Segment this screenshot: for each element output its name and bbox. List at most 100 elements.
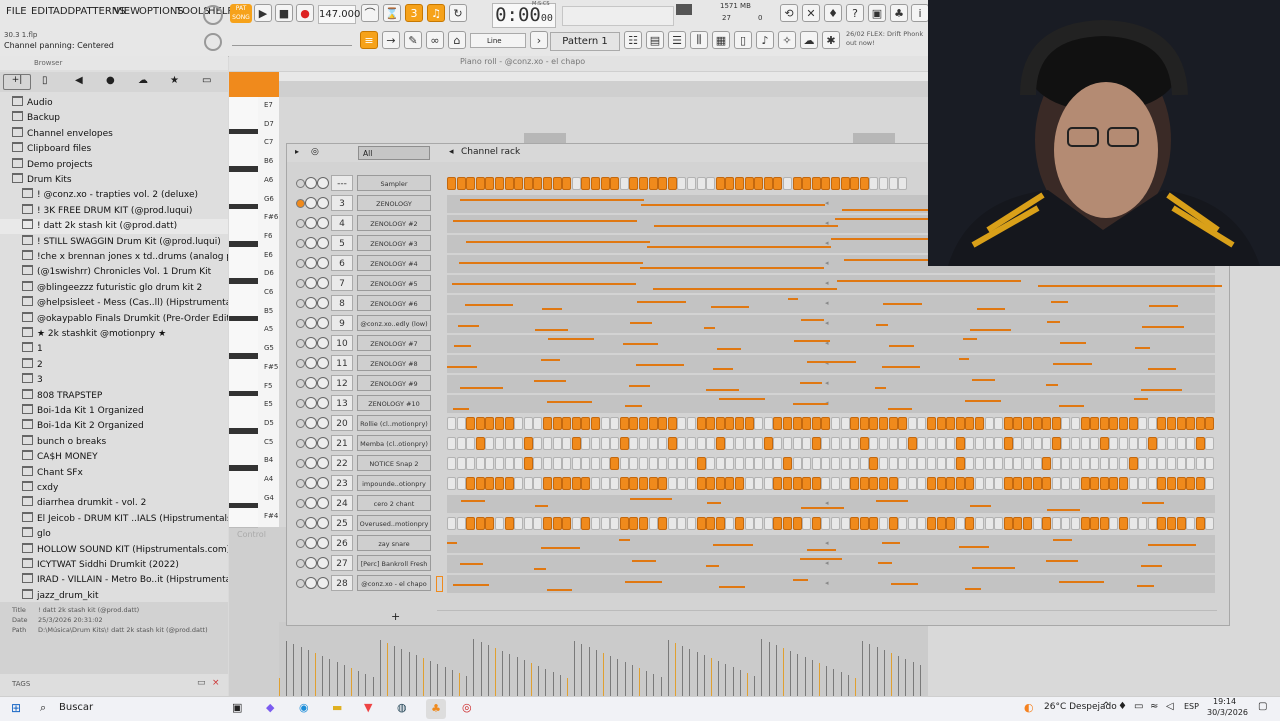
channel-mixer-track[interactable]: 22 (331, 455, 353, 471)
step-button[interactable] (696, 457, 706, 470)
channel-step-grid[interactable] (447, 435, 1215, 453)
step-button[interactable] (879, 517, 888, 530)
channel-name-button[interactable]: impounde..otionpry (357, 475, 431, 491)
velocity-stem[interactable] (286, 641, 288, 696)
step-button[interactable] (456, 437, 466, 450)
step-button[interactable] (744, 517, 754, 530)
channel-mixer-track[interactable]: 28 (331, 575, 353, 591)
step-button[interactable] (648, 477, 658, 490)
step-button[interactable] (1186, 437, 1196, 450)
step-button[interactable] (600, 417, 610, 430)
tags-close-icon[interactable]: × (212, 678, 220, 688)
step-button[interactable] (1176, 417, 1186, 430)
channel-name-button[interactable]: Rollie (cl..motionpry) (357, 415, 431, 431)
velocity-stem[interactable] (315, 653, 316, 696)
step-button[interactable] (591, 477, 600, 490)
step-button[interactable] (1013, 477, 1023, 490)
step-button[interactable] (811, 177, 821, 190)
step-button[interactable] (975, 417, 984, 430)
network-icon[interactable]: ▭ (1134, 701, 1143, 712)
channel-filter-select[interactable]: All (358, 146, 430, 160)
channel-volume-knob[interactable] (317, 197, 329, 209)
mic-tray-icon[interactable]: ♦ (1118, 701, 1127, 712)
menu-edit[interactable]: EDIT (31, 6, 54, 17)
velocity-stem[interactable] (761, 639, 763, 696)
step-button[interactable] (667, 417, 677, 430)
velocity-stem[interactable] (898, 656, 900, 696)
step-button[interactable] (1051, 437, 1061, 450)
channel-pan-knob[interactable] (305, 457, 317, 469)
step-button[interactable] (600, 457, 610, 470)
step-button[interactable] (1061, 457, 1071, 470)
step-button[interactable] (1195, 457, 1205, 470)
step-button[interactable] (619, 177, 629, 190)
step-button[interactable] (1003, 417, 1013, 430)
project-picker-icon[interactable]: ✧ (778, 31, 796, 49)
step-button[interactable] (552, 177, 562, 190)
channel-volume-knob[interactable] (317, 417, 329, 429)
step-button[interactable] (1205, 477, 1215, 490)
velocity-stem[interactable] (617, 659, 619, 696)
step-button[interactable] (927, 477, 936, 490)
step-button[interactable] (581, 417, 591, 430)
step-button[interactable] (1195, 437, 1205, 450)
step-button[interactable] (706, 177, 716, 190)
velocity-stem[interactable] (811, 660, 813, 696)
step-button[interactable] (946, 437, 956, 450)
browser-item[interactable]: cxdy (0, 481, 228, 496)
step-button[interactable] (1186, 417, 1196, 430)
step-button[interactable] (869, 417, 879, 430)
channel-step-grid[interactable]: ◂ (447, 395, 1215, 413)
channel-mute-led[interactable] (296, 259, 305, 268)
step-button[interactable] (917, 417, 927, 430)
velocity-stem[interactable] (531, 663, 532, 696)
channel-pan-knob[interactable] (305, 177, 317, 189)
step-button[interactable] (610, 457, 620, 470)
step-button[interactable] (533, 477, 543, 490)
channel-name-button[interactable]: ZENOLOGY #6 (357, 295, 431, 311)
channel-name-button[interactable]: zay snare (357, 535, 431, 551)
channel-mixer-track[interactable]: 13 (331, 395, 353, 411)
step-button[interactable] (1051, 457, 1061, 470)
step-button[interactable] (840, 417, 850, 430)
step-button[interactable] (706, 517, 716, 530)
channel-row[interactable]: 13ZENOLOGY #10 ◂ (287, 394, 1231, 414)
step-button[interactable] (1090, 517, 1100, 530)
browser-item[interactable]: El Jeicob - DRUM KIT ..IALS (Hipstrument… (0, 511, 228, 527)
steam-icon[interactable]: ◍ (397, 701, 407, 714)
step-button[interactable] (927, 417, 936, 430)
velocity-stem[interactable] (574, 641, 576, 696)
step-button[interactable] (706, 417, 716, 430)
step-button[interactable] (1061, 517, 1071, 530)
step-button[interactable] (888, 477, 898, 490)
master-volume-slider[interactable] (562, 6, 674, 26)
step-button[interactable] (888, 457, 898, 470)
step-button[interactable] (792, 417, 802, 430)
velocity-stem[interactable] (646, 671, 648, 696)
channel-row[interactable]: 21 Memba (cl..otionpry) (287, 434, 1231, 454)
step-button[interactable] (629, 437, 639, 450)
step-button[interactable] (725, 477, 735, 490)
velocity-stem[interactable] (423, 658, 424, 696)
channel-step-grid[interactable]: ◂ (447, 495, 1215, 513)
channel-volume-knob[interactable] (317, 217, 329, 229)
step-button[interactable] (888, 517, 898, 530)
step-button[interactable] (667, 177, 677, 190)
step-button[interactable] (831, 417, 840, 430)
step-button[interactable] (1186, 517, 1196, 530)
velocity-stem[interactable] (401, 649, 403, 696)
step-button[interactable] (600, 517, 610, 530)
step-button[interactable] (1109, 517, 1119, 530)
velocity-stem[interactable] (797, 654, 799, 696)
step-button[interactable] (619, 477, 629, 490)
channel-row[interactable]: 23 impounde..otionpry (287, 474, 1231, 494)
menu-add[interactable]: ADD (53, 6, 75, 17)
channel-volume-knob[interactable] (317, 297, 329, 309)
step-button[interactable] (658, 417, 668, 430)
step-button[interactable] (648, 517, 658, 530)
step-button[interactable] (706, 437, 716, 450)
step-button[interactable] (1071, 417, 1080, 430)
step-button[interactable] (994, 517, 1004, 530)
piano-key[interactable] (229, 246, 258, 267)
step-button[interactable] (485, 177, 495, 190)
